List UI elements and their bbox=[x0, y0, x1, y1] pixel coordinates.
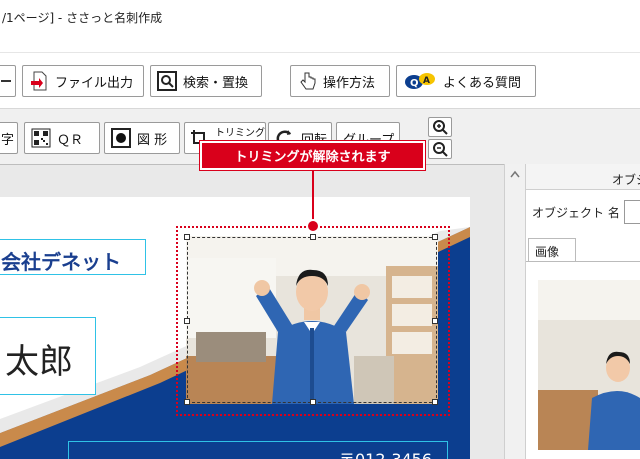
property-panel: オブジ オブジェクト 名 画像 bbox=[526, 164, 640, 459]
shape-icon bbox=[111, 128, 131, 148]
zoom-out-button[interactable] bbox=[428, 139, 452, 159]
callout-pointer-dot bbox=[306, 219, 320, 233]
image-preview-thumbnail bbox=[538, 280, 640, 450]
object-name-label: オブジェクト 名 bbox=[532, 206, 620, 220]
qr-button[interactable]: ＱＲ bbox=[24, 122, 100, 154]
resize-handle-top[interactable] bbox=[310, 234, 316, 240]
image-preview bbox=[538, 280, 640, 450]
callout-pointer-line bbox=[312, 170, 314, 226]
how-to-button[interactable]: 操作方法 bbox=[290, 65, 390, 97]
resize-handle-bottom[interactable] bbox=[310, 399, 316, 405]
trim-selection-box[interactable] bbox=[184, 234, 438, 405]
search-replace-label: 検索・置換 bbox=[183, 75, 249, 91]
panel-header: オブジ bbox=[526, 164, 640, 190]
window-title: /1ページ] - ささっと名刺作成 bbox=[2, 11, 163, 25]
cut-off-button[interactable] bbox=[0, 65, 16, 97]
resize-handle-top-right[interactable] bbox=[432, 234, 438, 240]
minus-icon bbox=[0, 71, 19, 91]
company-name-box[interactable]: 会社デネット bbox=[0, 239, 146, 275]
qr-code-icon bbox=[31, 128, 51, 148]
zoom-in-button[interactable] bbox=[428, 117, 452, 137]
vertical-scrollbar[interactable] bbox=[504, 164, 526, 459]
search-replace-button[interactable]: 検索・置換 bbox=[150, 65, 262, 97]
trim-release-callout: トリミングが解除されます bbox=[200, 141, 425, 170]
address-text: 〒012-3456 bbox=[339, 446, 432, 459]
person-name-box[interactable]: 太郎 bbox=[0, 317, 96, 395]
resize-handle-bottom-right[interactable] bbox=[432, 399, 438, 405]
shape-label: 図 形 bbox=[137, 132, 168, 148]
svg-text:Q: Q bbox=[410, 78, 419, 89]
faq-qa-icon: QA bbox=[403, 71, 437, 91]
svg-text:A: A bbox=[423, 76, 430, 86]
resize-handle-top-left[interactable] bbox=[184, 234, 190, 240]
how-to-label: 操作方法 bbox=[323, 75, 376, 91]
trim-label: トリミング bbox=[215, 127, 265, 139]
pointer-hand-icon bbox=[297, 71, 317, 91]
company-name-text: 会社デネット bbox=[1, 250, 121, 274]
text-button[interactable]: 字 bbox=[0, 122, 18, 154]
tab-divider bbox=[526, 261, 640, 262]
object-name-input[interactable] bbox=[624, 200, 640, 224]
resize-handle-bottom-left[interactable] bbox=[184, 399, 190, 405]
file-export-icon bbox=[29, 71, 49, 91]
search-replace-icon bbox=[157, 71, 177, 91]
faq-button[interactable]: QA よくある質問 bbox=[396, 65, 536, 97]
shape-button[interactable]: 図 形 bbox=[104, 122, 180, 154]
person-name-text: 太郎 bbox=[5, 342, 73, 382]
title-bar: /1ページ] - ささっと名刺作成 bbox=[0, 0, 640, 36]
main-toolbar: ファイル出力 検索・置換 操作方法 QA よくある質問 bbox=[0, 52, 640, 108]
zoom-in-icon bbox=[431, 119, 449, 135]
faq-label: よくある質問 bbox=[443, 75, 522, 91]
file-export-label: ファイル出力 bbox=[55, 75, 134, 91]
text-button-label: 字 bbox=[1, 132, 15, 148]
tab-image[interactable]: 画像 bbox=[528, 238, 576, 262]
resize-handle-right[interactable] bbox=[432, 318, 438, 324]
qr-label: ＱＲ bbox=[57, 132, 84, 148]
resize-handle-left[interactable] bbox=[184, 318, 190, 324]
address-box[interactable]: 〒012-3456 bbox=[68, 441, 448, 459]
scroll-up-arrow-icon[interactable] bbox=[510, 170, 520, 178]
file-export-button[interactable]: ファイル出力 bbox=[22, 65, 144, 97]
zoom-out-icon bbox=[431, 141, 449, 157]
